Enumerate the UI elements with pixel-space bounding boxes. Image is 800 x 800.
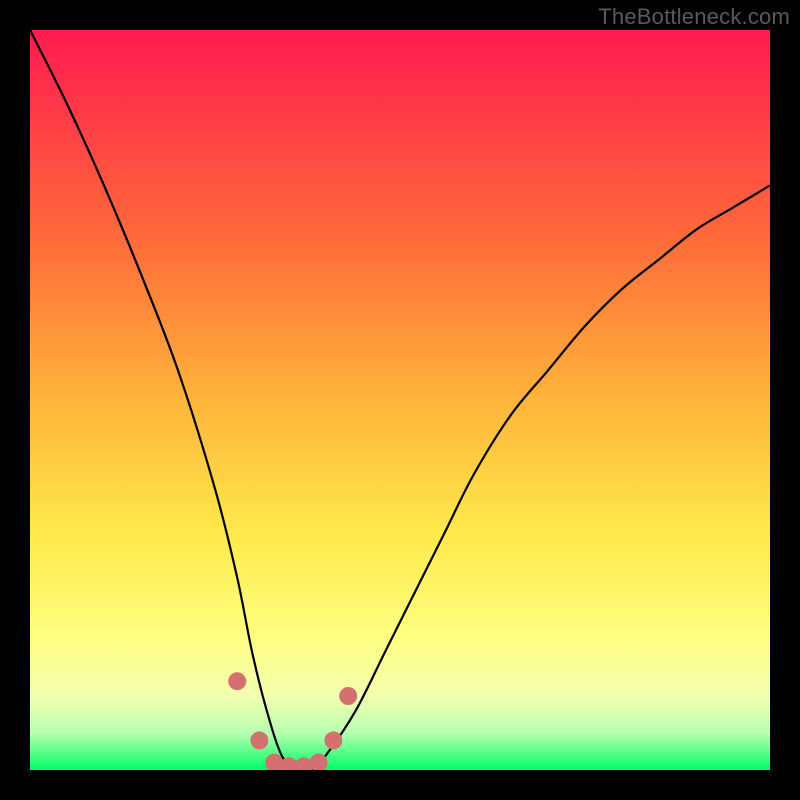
- watermark-text: TheBottleneck.com: [598, 4, 790, 30]
- chart-container: TheBottleneck.com: [0, 0, 800, 800]
- highlight-dot: [324, 731, 342, 749]
- highlight-dot: [339, 687, 357, 705]
- highlight-dot: [250, 731, 268, 749]
- gradient-background: [30, 30, 770, 770]
- highlight-dot: [228, 672, 246, 690]
- bottleneck-chart: [30, 30, 770, 770]
